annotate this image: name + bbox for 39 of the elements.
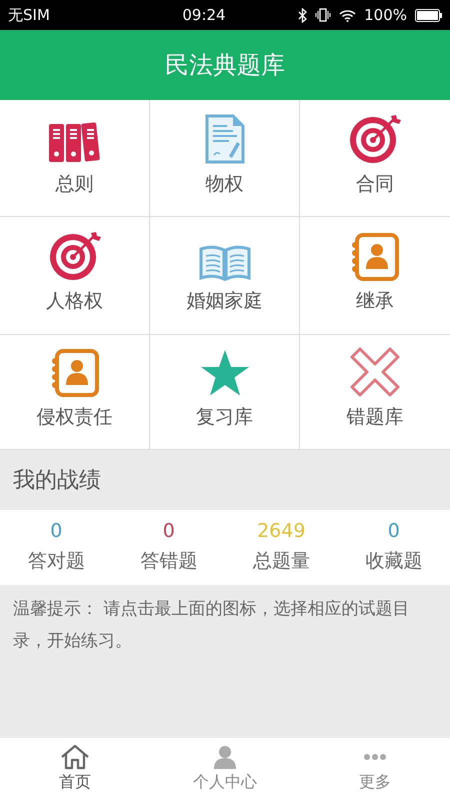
- tab[interactable]: 个人中心: [150, 738, 300, 800]
- person-icon: [212, 744, 238, 770]
- category-tile[interactable]: 总则: [0, 100, 150, 218]
- stat-value: 0: [162, 520, 175, 543]
- more-icon: [362, 754, 388, 760]
- category-tile[interactable]: 错题库: [300, 334, 450, 450]
- document-icon: [204, 114, 244, 164]
- contact-book-icon: [351, 233, 399, 282]
- battery-icon: [415, 8, 442, 22]
- tab[interactable]: 首页: [0, 738, 150, 800]
- category-tile[interactable]: 物权: [150, 100, 300, 218]
- stat-value: 0: [388, 520, 400, 543]
- target-icon: [48, 229, 100, 282]
- category-tile[interactable]: 人格权: [0, 217, 150, 335]
- vibrate-icon: [315, 8, 332, 22]
- category-tile[interactable]: 复习库: [150, 334, 300, 450]
- star-icon: [198, 348, 250, 396]
- contact-book-icon: [50, 348, 98, 396]
- stat-label: 总题量: [252, 548, 310, 574]
- category-tile[interactable]: 侵权责任: [0, 334, 150, 450]
- stat-label: 答对题: [28, 548, 85, 574]
- category-tile[interactable]: 婚姻家庭: [150, 217, 300, 335]
- carrier-text: 无SIM: [8, 4, 50, 26]
- cross-icon: [350, 346, 400, 396]
- tip-text: 温馨提示： 请点击最上面的图标，选择相应的试题目录，开始练习。: [13, 598, 410, 653]
- stat-value: 2649: [257, 520, 306, 543]
- open-book-icon: [198, 245, 250, 282]
- stat-value: 0: [50, 520, 62, 543]
- binders-icon: [48, 122, 100, 164]
- home-icon: [60, 744, 90, 770]
- section-title: 我的战绩: [13, 466, 101, 494]
- stat-label: 答错题: [140, 548, 198, 574]
- tab[interactable]: 更多: [300, 738, 450, 800]
- clock-text: 09:24: [182, 4, 226, 26]
- stat-label: 收藏题: [365, 548, 422, 574]
- battery-text: 100%: [364, 4, 407, 26]
- wifi-icon: [339, 8, 356, 22]
- app-title: 民法典题库: [165, 50, 285, 81]
- bluetooth-icon: [298, 8, 308, 22]
